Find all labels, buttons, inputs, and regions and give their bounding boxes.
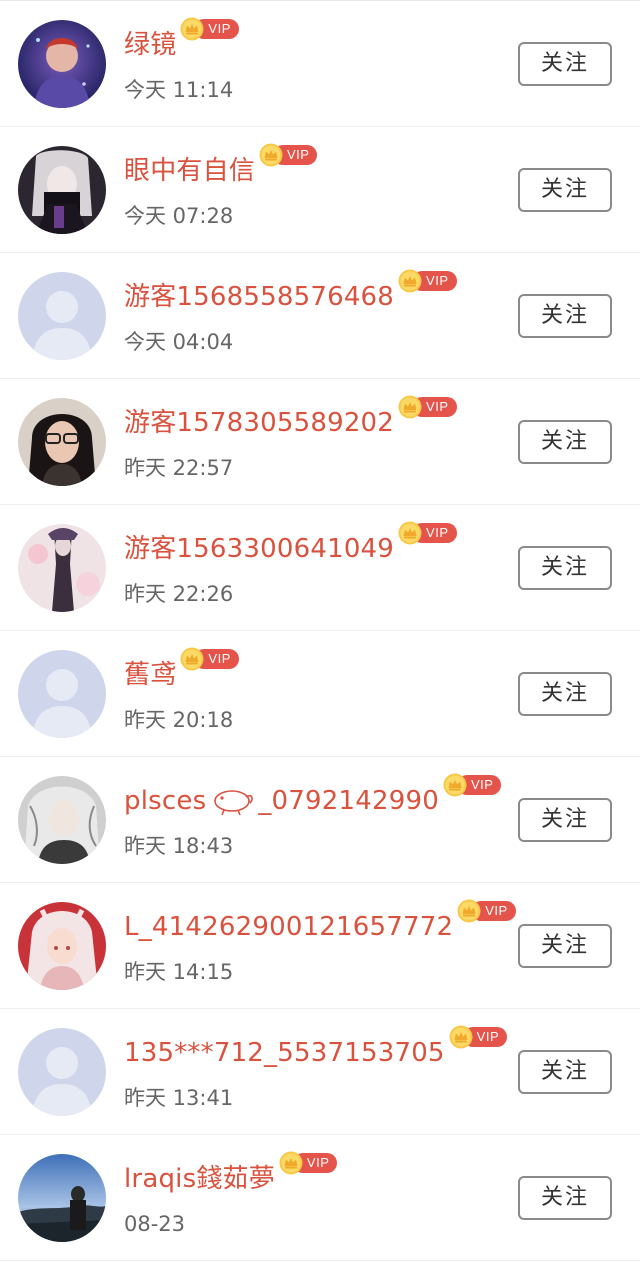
crown-icon: [180, 647, 204, 671]
crown-icon: [457, 899, 481, 923]
list-item[interactable]: 舊鸢 VIP 昨天 20:18 关注: [0, 631, 640, 757]
avatar[interactable]: [18, 20, 106, 108]
crown-icon: [449, 1025, 473, 1049]
username-prefix[interactable]: plsces: [124, 779, 206, 823]
list-item[interactable]: plsces _0792142990 VIP 昨天 18:43 关注: [0, 757, 640, 883]
avatar[interactable]: [18, 146, 106, 234]
follow-button[interactable]: 关注: [518, 672, 612, 716]
timestamp: 今天 04:04: [124, 330, 234, 354]
timestamp: 昨天 20:18: [124, 708, 234, 732]
timestamp: 昨天 22:26: [124, 582, 234, 606]
follower-list: 绿镜 VIP 今天 11:14 关注 眼中有自信 VIP 今天 07:28 关注…: [0, 0, 640, 1262]
vip-badge: VIP: [180, 17, 239, 41]
vip-badge: VIP: [180, 647, 239, 671]
vip-badge: VIP: [398, 269, 457, 293]
username[interactable]: 游客1568558576468: [124, 275, 394, 319]
vip-badge: VIP: [443, 773, 502, 797]
username[interactable]: 游客1578305589202: [124, 401, 394, 445]
crown-icon: [279, 1151, 303, 1175]
crown-icon: [259, 143, 283, 167]
default-avatar-icon[interactable]: [18, 272, 106, 360]
username[interactable]: lraqis錢茹夢: [124, 1157, 275, 1201]
timestamp: 今天 07:28: [124, 204, 234, 228]
seal-doodle-icon: [214, 790, 254, 816]
username[interactable]: 游客1563300641049: [124, 527, 394, 571]
list-item[interactable]: lraqis錢茹夢 VIP 08-23 关注: [0, 1135, 640, 1261]
username[interactable]: 绿镜: [124, 23, 176, 67]
crown-icon: [398, 269, 422, 293]
list-item[interactable]: 135***712_5537153705 VIP 昨天 13:41 关注: [0, 1009, 640, 1135]
list-item[interactable]: L_414262900121657772 VIP 昨天 14:15 关注: [0, 883, 640, 1009]
avatar[interactable]: [18, 902, 106, 990]
follow-button[interactable]: 关注: [518, 798, 612, 842]
follow-button[interactable]: 关注: [518, 42, 612, 86]
default-avatar-icon[interactable]: [18, 1028, 106, 1116]
follow-button[interactable]: 关注: [518, 924, 612, 968]
follow-button[interactable]: 关注: [518, 420, 612, 464]
vip-badge: VIP: [398, 395, 457, 419]
default-avatar-icon[interactable]: [18, 650, 106, 738]
list-item[interactable]: 游客1578305589202 VIP 昨天 22:57 关注: [0, 379, 640, 505]
avatar[interactable]: [18, 524, 106, 612]
username[interactable]: 135***712_5537153705: [124, 1031, 445, 1075]
timestamp: 昨天 18:43: [124, 834, 234, 858]
vip-badge: VIP: [279, 1151, 338, 1175]
crown-icon: [398, 521, 422, 545]
timestamp: 08-23: [124, 1212, 186, 1236]
follow-button[interactable]: 关注: [518, 1050, 612, 1094]
timestamp: 昨天 13:41: [124, 1086, 234, 1110]
vip-badge: VIP: [259, 143, 318, 167]
vip-badge: VIP: [449, 1025, 508, 1049]
username[interactable]: 眼中有自信: [124, 149, 255, 193]
timestamp: 今天 11:14: [124, 78, 234, 102]
username-suffix[interactable]: _0792142990: [258, 779, 439, 823]
username[interactable]: L_414262900121657772: [124, 905, 453, 949]
follow-button[interactable]: 关注: [518, 546, 612, 590]
follow-button[interactable]: 关注: [518, 294, 612, 338]
crown-icon: [443, 773, 467, 797]
list-item[interactable]: 游客1568558576468 VIP 今天 04:04 关注: [0, 253, 640, 379]
follow-button[interactable]: 关注: [518, 1176, 612, 1220]
crown-icon: [180, 17, 204, 41]
list-item[interactable]: 绿镜 VIP 今天 11:14 关注: [0, 1, 640, 127]
timestamp: 昨天 14:15: [124, 960, 234, 984]
follow-button[interactable]: 关注: [518, 168, 612, 212]
vip-badge: VIP: [457, 899, 516, 923]
username[interactable]: 舊鸢: [124, 653, 176, 697]
avatar[interactable]: [18, 398, 106, 486]
crown-icon: [398, 395, 422, 419]
avatar[interactable]: [18, 1154, 106, 1242]
avatar[interactable]: [18, 776, 106, 864]
vip-badge: VIP: [398, 521, 457, 545]
timestamp: 昨天 22:57: [124, 456, 234, 480]
list-item[interactable]: 眼中有自信 VIP 今天 07:28 关注: [0, 127, 640, 253]
list-item[interactable]: 游客1563300641049 VIP 昨天 22:26 关注: [0, 505, 640, 631]
